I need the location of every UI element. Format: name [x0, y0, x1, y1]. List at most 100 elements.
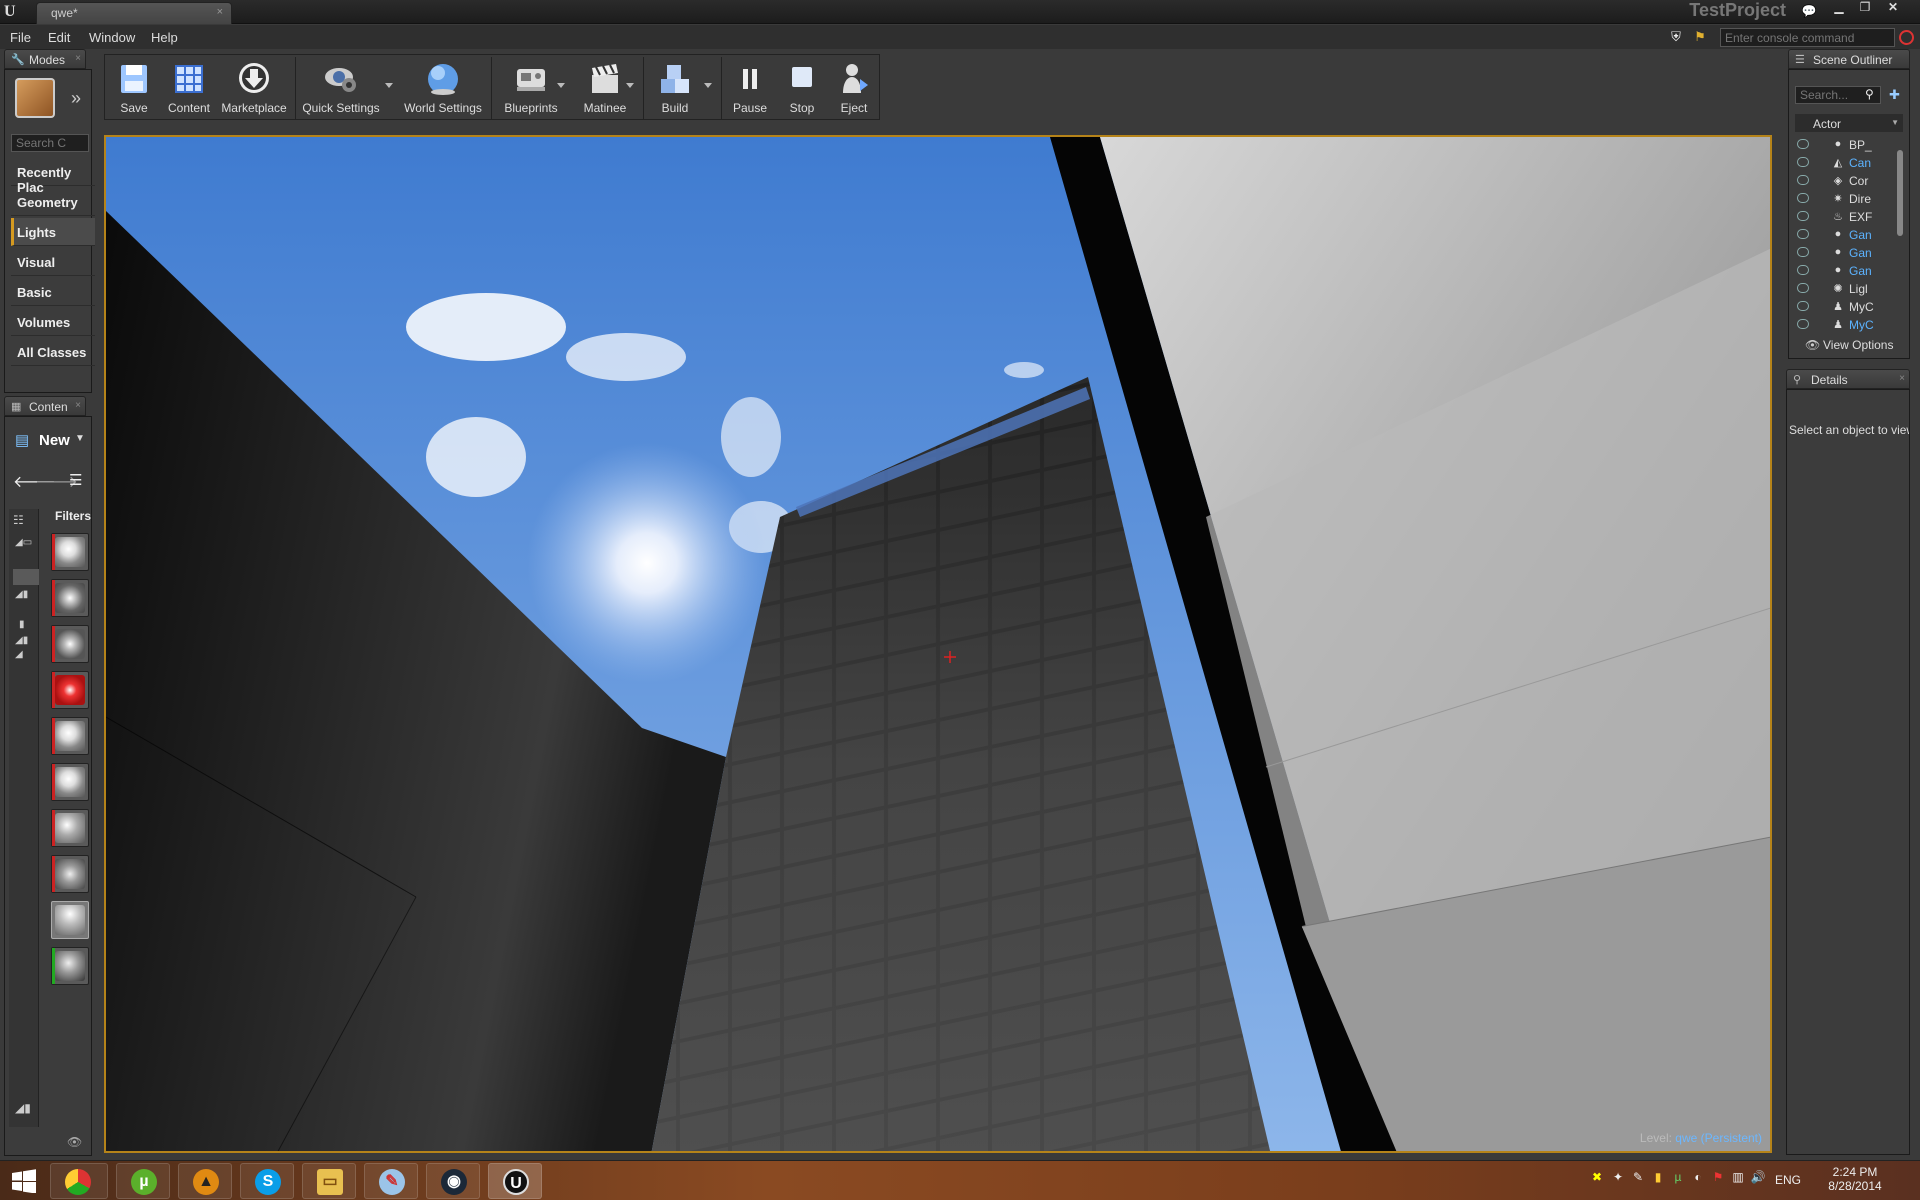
visibility-eye-icon[interactable] [1797, 175, 1809, 185]
outliner-row[interactable]: ● BP_ [1793, 136, 1907, 154]
outliner-row[interactable]: ◭ Can [1793, 154, 1907, 172]
outliner-row[interactable]: ♟ MyC [1793, 316, 1907, 334]
language-indicator[interactable]: ENG [1775, 1173, 1801, 1187]
visibility-eye-icon[interactable] [1797, 157, 1809, 167]
category-visual[interactable]: Visual [11, 248, 95, 276]
shield-icon[interactable]: ⛨ [1668, 29, 1684, 45]
minimize-button[interactable]: ▁ [1826, 0, 1852, 16]
tray-icon[interactable]: ▮ [1650, 1169, 1666, 1185]
blueprints-button[interactable]: Blueprints [495, 59, 567, 117]
selected-folder[interactable] [13, 569, 39, 585]
visibility-eye-icon[interactable] [1797, 319, 1809, 329]
taskbar-unreal[interactable]: U [488, 1163, 542, 1199]
taskbar-skype[interactable]: S [240, 1163, 294, 1199]
category-volumes[interactable]: Volumes [11, 308, 95, 336]
outliner-row[interactable]: ♟ MyC [1793, 298, 1907, 316]
pause-button[interactable]: Pause [725, 59, 775, 117]
level-viewport[interactable]: Level: qwe (Persistent) [104, 135, 1772, 1153]
marketplace-button[interactable]: Marketplace [219, 59, 289, 117]
content-button[interactable]: Content [161, 59, 217, 117]
menu-help[interactable]: Help [151, 30, 178, 45]
asset-thumbnail[interactable] [51, 901, 89, 939]
expand-modes-icon[interactable]: » [71, 88, 81, 109]
menu-edit[interactable]: Edit [48, 30, 70, 45]
visibility-eye-icon[interactable] [1797, 265, 1809, 275]
chevron-down-icon[interactable] [385, 83, 393, 88]
asset-thumbnail[interactable] [51, 671, 89, 709]
category-lights[interactable]: Lights [11, 218, 95, 246]
new-asset-button[interactable]: ▤ New ▼ [9, 427, 89, 453]
maximize-button[interactable]: ❐ [1852, 0, 1878, 16]
visibility-eye-icon[interactable] [1797, 211, 1809, 221]
taskbar-chrome[interactable] [50, 1163, 108, 1199]
clock[interactable]: 2:24 PM 8/28/2014 [1815, 1165, 1895, 1193]
chevron-down-icon[interactable] [704, 83, 712, 88]
category-all-classes[interactable]: All Classes [11, 338, 95, 366]
outliner-row[interactable]: ♨ EXF [1793, 208, 1907, 226]
tray-icon[interactable]: ▥ [1730, 1169, 1746, 1185]
visibility-eye-icon[interactable] [1797, 301, 1809, 311]
eject-button[interactable]: Eject [829, 59, 879, 117]
outliner-row[interactable]: ◈ Cor [1793, 172, 1907, 190]
scene-outliner-tab[interactable]: ☰ Scene Outliner [1788, 49, 1910, 69]
console-command-input[interactable] [1720, 28, 1895, 47]
asset-thumbnail[interactable] [51, 809, 89, 847]
modes-search-input[interactable] [11, 134, 89, 152]
close-icon[interactable]: × [75, 400, 81, 411]
outliner-row[interactable]: ● Gan [1793, 244, 1907, 262]
asset-thumbnail[interactable] [51, 947, 89, 985]
chevron-down-icon[interactable] [626, 83, 634, 88]
actor-column-header[interactable]: Actor ▼ [1795, 114, 1903, 132]
tray-icon[interactable]: ✎ [1630, 1169, 1646, 1185]
tray-icon[interactable]: µ [1670, 1169, 1686, 1185]
collections-icon[interactable]: ◢▮ [15, 1101, 31, 1115]
level-tab[interactable]: qwe* × [36, 2, 232, 24]
taskbar-steam[interactable]: ◉ [426, 1163, 480, 1199]
visibility-eye-icon[interactable] [1797, 283, 1809, 293]
folder-icon[interactable]: ◢▭ [15, 537, 32, 548]
filters-label[interactable]: Filters [55, 509, 91, 523]
volume-icon[interactable]: 🔊 [1750, 1169, 1766, 1185]
outliner-row[interactable]: ● Gan [1793, 226, 1907, 244]
tray-icon[interactable]: ◐ [1690, 1169, 1706, 1185]
asset-thumbnail[interactable] [51, 717, 89, 755]
asset-thumbnail[interactable] [51, 625, 89, 663]
asset-thumbnail[interactable] [51, 579, 89, 617]
visibility-eye-icon[interactable] [1797, 139, 1809, 149]
place-mode-icon[interactable] [15, 78, 55, 118]
details-tab[interactable]: ⚲ Details × [1786, 369, 1910, 389]
taskbar-paint[interactable]: ✎ [364, 1163, 418, 1199]
close-tab-icon[interactable]: × [217, 6, 223, 18]
outliner-scrollbar[interactable] [1897, 150, 1903, 236]
list-view-icon[interactable]: ☰ [69, 471, 82, 489]
menu-file[interactable]: File [10, 30, 31, 45]
notification-icon[interactable]: ⚑ [1692, 29, 1708, 45]
taskbar-utorrent[interactable]: µ [116, 1163, 170, 1199]
folder-icon[interactable]: ▮ [19, 619, 25, 630]
matinee-button[interactable]: Matinee [569, 59, 641, 117]
outliner-row[interactable]: ✷ Dire [1793, 190, 1907, 208]
taskbar-explorer[interactable]: ▭ [302, 1163, 356, 1199]
modes-tab[interactable]: 🔧 Modes × [4, 49, 86, 69]
outliner-row[interactable]: ✺ Ligl [1793, 280, 1907, 298]
menu-window[interactable]: Window [89, 30, 135, 45]
asset-thumbnail[interactable] [51, 855, 89, 893]
tray-icon[interactable]: ✖ [1589, 1169, 1605, 1185]
world-settings-button[interactable]: World Settings [401, 59, 485, 117]
view-options-eye-icon[interactable]: 👁 [67, 1135, 82, 1149]
start-button[interactable] [10, 1169, 38, 1194]
save-button[interactable]: Save [109, 59, 159, 117]
asset-thumbnail[interactable] [51, 533, 89, 571]
category-geometry[interactable]: Geometry [11, 188, 95, 216]
category-recently-placed[interactable]: Recently Plac [11, 158, 95, 195]
sources-icon[interactable]: ☷ [13, 513, 24, 527]
visibility-eye-icon[interactable] [1797, 193, 1809, 203]
visibility-eye-icon[interactable] [1797, 247, 1809, 257]
build-button[interactable]: Build [645, 59, 705, 117]
close-window-button[interactable]: ✕ [1880, 0, 1906, 16]
outliner-row[interactable]: ● Gan [1793, 262, 1907, 280]
feedback-icon[interactable]: 💬 [1796, 4, 1822, 20]
close-icon[interactable]: × [75, 53, 81, 64]
tray-icon[interactable]: ✦ [1610, 1169, 1626, 1185]
folder-icon[interactable]: ◢ [15, 649, 23, 660]
